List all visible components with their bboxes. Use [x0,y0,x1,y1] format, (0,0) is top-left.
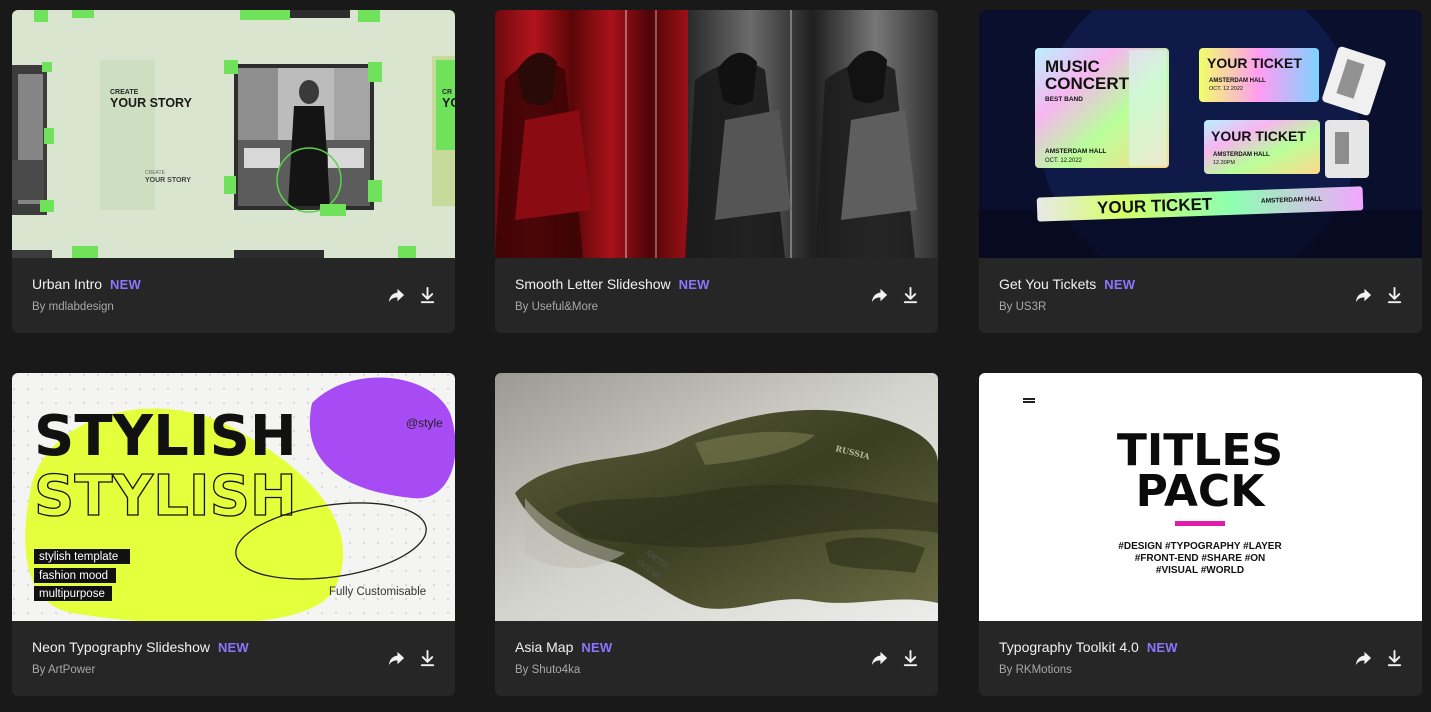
template-thumbnail[interactable]: TITLES PACK #DESIGN #TYPOGRAPHY #LAYER #… [979,373,1422,621]
new-badge: NEW [110,277,141,292]
ticket-text-wristband: YOUR TICKET [1097,195,1213,218]
neon-text-stylish-outline: STYLISH [34,464,297,529]
neon-note: Fully Customisable [329,586,426,598]
tickets-preview: MUSIC CONCERT BEST BAND AMSTERDAM HALL O… [979,10,1422,258]
ticket-text-time: 12.30PM [1213,160,1235,166]
template-grid: CREATE YOUR STORY CREATE YOUR STORY CR Y… [0,0,1431,712]
template-card[interactable]: CREATE YOUR STORY CREATE YOUR STORY CR Y… [12,10,455,333]
card-actions [870,649,920,668]
template-thumbnail[interactable]: STYLISH STYLISH @style stylish template … [12,373,455,621]
neon-typography-preview: STYLISH STYLISH @style stylish template … [12,373,455,621]
card-author[interactable]: By ArtPower [32,664,95,676]
toolkit-text-pack: PACK [1136,466,1267,517]
new-badge: NEW [581,640,613,655]
template-card[interactable]: Smooth Letter Slideshow NEW By Useful&Mo… [495,10,938,333]
ticket-text-hall-2: AMSTERDAM HALL [1209,78,1266,84]
share-arrow-icon[interactable] [870,286,889,305]
thumb-text-create-small: CREATE [145,170,166,176]
ticket-text-hall: AMSTERDAM HALL [1045,148,1106,155]
template-thumbnail[interactable] [495,10,938,258]
ticket-text-hall-3: AMSTERDAM HALL [1213,152,1270,158]
ticket-text-band: BEST BAND [1045,96,1083,103]
template-card[interactable]: TITLES PACK #DESIGN #TYPOGRAPHY #LAYER #… [979,373,1422,696]
card-title-row: Get You Tickets NEW [999,276,1135,292]
share-arrow-icon[interactable] [387,286,406,305]
neon-tag-2: fashion mood [39,570,108,582]
new-badge: NEW [1146,640,1178,655]
ticket-text-concert: CONCERT [1045,74,1130,93]
template-card[interactable]: MUSIC CONCERT BEST BAND AMSTERDAM HALL O… [979,10,1422,333]
card-title[interactable]: Urban Intro [32,276,102,292]
asia-map-preview: RUSSIA ARCTIC OCEAN [495,373,938,621]
neon-tag-3: multipurpose [39,588,105,600]
thumb-text-edge2: YO [442,96,455,110]
ticket-text-your-ticket-2: YOUR TICKET [1211,128,1306,144]
card-info: Asia Map NEW By Shuto4ka [495,621,938,696]
download-icon[interactable] [1385,286,1404,305]
urban-intro-preview: CREATE YOUR STORY CREATE YOUR STORY CR Y… [12,10,455,258]
card-author[interactable]: By US3R [999,301,1046,313]
card-title[interactable]: Smooth Letter Slideshow [515,276,671,292]
template-thumbnail[interactable]: RUSSIA ARCTIC OCEAN [495,373,938,621]
card-actions [387,649,437,668]
card-author[interactable]: By RKMotions [999,664,1072,676]
thumb-text-your-story-small: YOUR STORY [145,177,191,184]
card-title[interactable]: Asia Map [515,639,573,655]
template-thumbnail[interactable]: CREATE YOUR STORY CREATE YOUR STORY CR Y… [12,10,455,258]
card-actions [387,286,437,305]
thumb-text-edge: CR [442,89,452,96]
share-arrow-icon[interactable] [387,649,406,668]
card-title-row: Smooth Letter Slideshow NEW [515,276,710,292]
download-icon[interactable] [418,649,437,668]
toolkit-hashtags-1: #DESIGN #TYPOGRAPHY #LAYER [1118,541,1282,552]
card-title-row: Typography Toolkit 4.0 NEW [999,639,1178,655]
typography-toolkit-preview: TITLES PACK #DESIGN #TYPOGRAPHY #LAYER #… [979,373,1422,621]
card-actions [1354,649,1404,668]
card-title[interactable]: Neon Typography Slideshow [32,639,210,655]
template-card[interactable]: RUSSIA ARCTIC OCEAN Asia Map NEW By Shut… [495,373,938,696]
card-title-row: Urban Intro NEW [32,276,141,292]
toolkit-hashtags-3: #VISUAL #WORLD [1156,565,1244,576]
card-author[interactable]: By Useful&More [515,301,598,313]
neon-text-stylish-solid: STYLISH [34,404,297,469]
share-arrow-icon[interactable] [870,649,889,668]
download-icon[interactable] [901,649,920,668]
card-title[interactable]: Typography Toolkit 4.0 [999,639,1139,655]
share-arrow-icon[interactable] [1354,286,1373,305]
neon-text-handle: @style [406,416,443,430]
new-badge: NEW [678,277,710,292]
card-info: Get You Tickets NEW By US3R [979,258,1422,333]
card-title-row: Neon Typography Slideshow NEW [32,639,249,655]
card-title[interactable]: Get You Tickets [999,276,1096,292]
card-author[interactable]: By mdlabdesign [32,301,114,313]
download-icon[interactable] [901,286,920,305]
ticket-text-date: OCT. 12.2022 [1045,158,1083,164]
card-actions [870,286,920,305]
card-title-row: Asia Map NEW [515,639,612,655]
new-badge: NEW [1104,277,1136,292]
share-arrow-icon[interactable] [1354,649,1373,668]
card-info: Neon Typography Slideshow NEW By ArtPowe… [12,621,455,696]
template-thumbnail[interactable]: MUSIC CONCERT BEST BAND AMSTERDAM HALL O… [979,10,1422,258]
card-info: Typography Toolkit 4.0 NEW By RKMotions [979,621,1422,696]
card-author[interactable]: By Shuto4ka [515,664,580,676]
card-info: Smooth Letter Slideshow NEW By Useful&Mo… [495,258,938,333]
ticket-text-date-2: OCT. 12.2022 [1209,86,1243,92]
toolkit-hashtags-2: #FRONT-END #SHARE #ON [1135,553,1266,564]
template-card[interactable]: STYLISH STYLISH @style stylish template … [12,373,455,696]
ticket-text-your-ticket: YOUR TICKET [1207,55,1302,71]
new-badge: NEW [217,640,249,655]
slideshow-preview [495,10,938,258]
download-icon[interactable] [1385,649,1404,668]
card-actions [1354,286,1404,305]
thumb-text-create: CREATE [110,89,139,96]
neon-tag-1: stylish template [39,551,118,563]
thumb-text-your-story: YOUR STORY [110,96,193,110]
download-icon[interactable] [418,286,437,305]
card-info: Urban Intro NEW By mdlabdesign [12,258,455,333]
